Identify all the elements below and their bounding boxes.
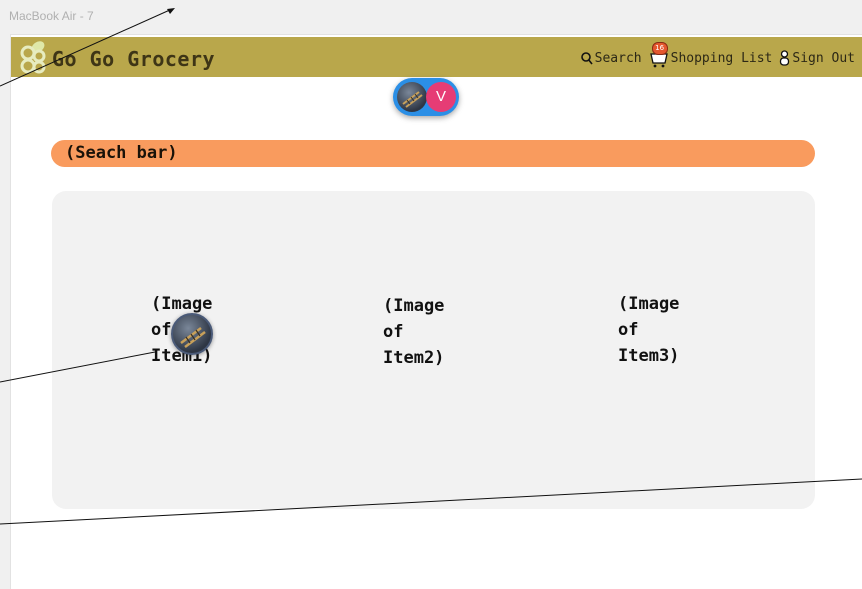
navbar: Go Go Grocery Search 16 Shopping List Si… <box>11 37 862 77</box>
collaborator-avatar-image[interactable] <box>397 82 427 112</box>
search-bar-placeholder: (Seach bar) <box>65 143 178 163</box>
nav-search-label: Search <box>594 50 642 66</box>
nav-links: Search 16 Shopping List Sign Out <box>580 42 855 68</box>
cart-count-badge: 16 <box>651 42 668 55</box>
items-panel: (Image of Item1) (Image of Item2) (Image… <box>52 191 815 509</box>
collaborator-avatars[interactable]: V <box>393 78 459 116</box>
frame-label: MacBook Air - 7 <box>9 9 94 23</box>
collaborator-avatar-initial[interactable]: V <box>426 82 456 112</box>
item-image-placeholder-3[interactable]: (Image of Item3) <box>618 291 708 369</box>
nav-search-link[interactable]: Search <box>580 50 642 66</box>
nav-shopping-list-link[interactable]: 16 Shopping List <box>649 42 773 68</box>
nav-sign-out-link[interactable]: Sign Out <box>779 50 855 66</box>
brand-title: Go Go Grocery <box>52 47 216 71</box>
connector-arrowhead-top <box>167 8 175 14</box>
search-bar[interactable]: (Seach bar) <box>51 140 815 167</box>
macbook-frame: Go Go Grocery Search 16 Shopping List Si… <box>10 34 862 589</box>
person-icon <box>780 50 790 66</box>
nav-sign-out-label: Sign Out <box>792 50 855 66</box>
cart-icon: 16 <box>649 42 669 68</box>
search-icon <box>580 51 593 65</box>
logo-icon[interactable] <box>19 40 49 74</box>
item-image-placeholder-2[interactable]: (Image of Item2) <box>383 293 473 371</box>
nav-shopping-list-label: Shopping List <box>670 50 773 66</box>
collaborator-cursor-avatar <box>171 313 213 355</box>
